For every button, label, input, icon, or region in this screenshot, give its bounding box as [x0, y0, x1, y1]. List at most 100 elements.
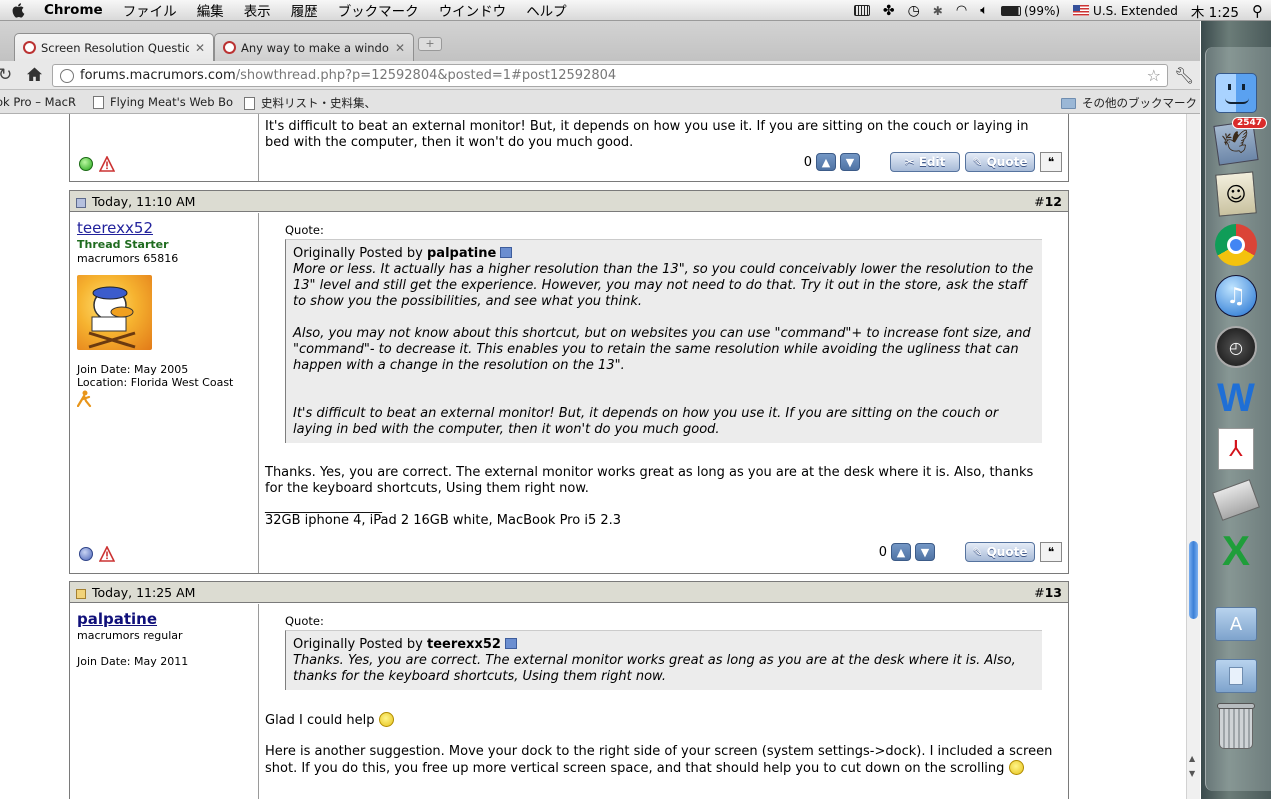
volume-icon[interactable]: 🔈︎ — [980, 3, 988, 18]
us-flag-icon — [1073, 5, 1090, 16]
menu-edit[interactable]: 編集 — [197, 0, 224, 20]
trash-icon[interactable] — [1213, 703, 1259, 751]
quote-label: Quote — [986, 155, 1028, 169]
stickies-icon[interactable] — [1212, 477, 1260, 523]
view-post-icon[interactable] — [504, 638, 517, 649]
word-icon[interactable]: W — [1213, 375, 1259, 421]
itunes-icon[interactable]: ♫ — [1213, 273, 1259, 319]
address-bar[interactable]: forums.macrumors.com /showthread.php?p=1… — [52, 64, 1168, 87]
keyboard-icon[interactable] — [853, 5, 870, 16]
page-content: It's difficult to beat an external monit… — [0, 114, 1186, 799]
post-text: Here is another suggestion. Move your do… — [265, 744, 1055, 777]
quote-label: Quote: — [285, 223, 324, 237]
pdf-icon[interactable]: ⅄ — [1213, 426, 1259, 472]
home-icon[interactable] — [26, 66, 43, 83]
apple-menu-icon[interactable] — [12, 2, 26, 18]
bookmark-star-icon[interactable]: ☆ — [1147, 66, 1161, 85]
mail-icon[interactable]: 🕊︎ 2547 — [1213, 117, 1267, 166]
dashboard-icon[interactable]: ◴ — [1213, 324, 1259, 370]
menu-file[interactable]: ファイル — [123, 0, 177, 20]
user-join-date: Join Date: May 2005 — [77, 363, 189, 376]
view-post-icon[interactable] — [500, 247, 513, 258]
user-join-date: Join Date: May 2011 — [77, 655, 189, 668]
bookmark-item[interactable]: 史料リスト・史料集、 — [244, 95, 376, 111]
tab-close-icon[interactable]: ✕ — [395, 41, 405, 55]
quote-text: More or less. It actually has a higher r… — [293, 262, 1034, 309]
reload-icon[interactable]: ↻ — [0, 65, 12, 85]
scroll-down-icon[interactable]: ▼ — [1189, 769, 1195, 778]
input-source[interactable]: U.S. Extended — [1073, 4, 1178, 18]
bluetooth-icon[interactable]: ✱ — [933, 4, 943, 18]
quote-button[interactable]: ✎ Quote — [965, 542, 1035, 562]
excel-icon[interactable]: X — [1213, 527, 1259, 574]
edit-label: Edit — [918, 155, 946, 169]
quote-button[interactable]: ✎ Quote — [965, 152, 1035, 172]
menu-bookmarks[interactable]: ブックマーク — [338, 0, 419, 20]
multi-quote-icon[interactable]: ❝ — [1040, 152, 1062, 172]
vote-down-icon[interactable]: ▼ — [915, 543, 935, 561]
page-info-icon[interactable] — [60, 68, 74, 83]
vote-down-icon[interactable]: ▼ — [840, 153, 860, 171]
menu-app-chrome[interactable]: Chrome — [44, 2, 103, 18]
preview-icon[interactable]: ☺ — [1213, 171, 1259, 217]
quote-by-prefix: Originally Posted by — [293, 246, 423, 261]
post-date: Today, 11:10 AM — [92, 193, 196, 209]
post-new-icon — [76, 588, 86, 599]
spotlight-icon[interactable]: ⚲ — [1252, 2, 1263, 20]
wrench-icon[interactable]: 🔧︎ — [1174, 66, 1194, 85]
username-link[interactable]: teerexx52 — [77, 219, 251, 237]
documents-folder-icon[interactable] — [1213, 653, 1259, 699]
new-tab-button[interactable]: + — [418, 37, 442, 51]
post-header: Today, 11:25 AM #13 — [70, 582, 1068, 603]
bookmark-label: ok Pro – MacR — [0, 95, 76, 109]
menu-window[interactable]: ウインドウ — [439, 0, 507, 20]
page-icon — [244, 96, 255, 110]
vote-up-icon[interactable]: ▲ — [891, 543, 911, 561]
quote-author: palpatine — [426, 246, 497, 261]
dock: 🕊︎ 2547 ☺ ♫ ◴ W ⅄ X A — [1201, 21, 1271, 799]
page-scrollbar[interactable]: ▲ ▼ — [1186, 114, 1200, 799]
username-link[interactable]: palpatine — [77, 610, 251, 628]
battery-icon — [1001, 5, 1021, 16]
post-number[interactable]: #12 — [1034, 194, 1062, 209]
quote-text: Also, you may not know about this shortc… — [293, 326, 1031, 373]
report-post-icon[interactable] — [99, 156, 115, 172]
edit-button[interactable]: ✂ Edit — [890, 152, 960, 172]
signature: 32GB iphone 4, iPad 2 16GB white, MacBoo… — [265, 513, 622, 528]
smiley-icon — [378, 712, 394, 727]
multi-quote-icon[interactable]: ❝ — [1040, 542, 1062, 562]
menu-help[interactable]: ヘルプ — [526, 0, 567, 20]
scroll-up-icon[interactable]: ▲ — [1189, 754, 1195, 763]
finder-icon[interactable] — [1213, 70, 1259, 116]
quote-by-prefix: Originally Posted by — [293, 637, 423, 652]
bookmark-item[interactable]: Flying Meat's Web Bo — [93, 95, 233, 109]
tab-screen-resolution[interactable]: Screen Resolution Question - ✕ — [14, 33, 214, 61]
report-post-icon[interactable] — [99, 546, 115, 562]
post-number-value: 13 — [1044, 585, 1062, 600]
browser-toolbar: ↻ forums.macrumors.com /showthread.php?p… — [0, 61, 1200, 90]
folder-icon — [1061, 97, 1076, 109]
chrome-icon[interactable] — [1213, 222, 1259, 268]
scrollbar-thumb[interactable] — [1189, 541, 1198, 619]
menu-clock[interactable]: 木 1:25 — [1191, 1, 1239, 21]
other-bookmarks[interactable]: その他のブックマーク — [1061, 95, 1197, 111]
menu-extras: ✤ ◷ ✱ ◠ 🔈︎ (99%) U.S. Extended 木 1:25 ⚲ — [853, 0, 1263, 21]
post-12: Today, 11:10 AM #12 teerexx52 Thread Sta… — [69, 190, 1069, 574]
applications-folder-icon[interactable]: A — [1213, 601, 1259, 647]
tab-any-way-window[interactable]: Any way to make a window f ✕ — [214, 33, 414, 61]
wifi-icon[interactable]: ◠ — [956, 3, 967, 18]
aim-icon[interactable] — [76, 390, 92, 408]
post-13: Today, 11:25 AM #13 palpatine macrumors … — [69, 581, 1069, 799]
evernote-icon[interactable]: ✤ — [883, 3, 895, 19]
vote-up-icon[interactable]: ▲ — [816, 153, 836, 171]
avatar[interactable] — [77, 275, 152, 350]
reputation-count: 0 — [803, 154, 812, 170]
tab-close-icon[interactable]: ✕ — [195, 41, 205, 55]
quote-attribution: Originally Posted by palpatine — [293, 246, 1035, 262]
bookmark-item[interactable]: ok Pro – MacR — [0, 95, 76, 109]
time-machine-icon[interactable]: ◷ — [908, 3, 920, 19]
post-number[interactable]: #13 — [1034, 585, 1062, 600]
battery-status[interactable]: (99%) — [1001, 4, 1060, 18]
menu-history[interactable]: 履歴 — [291, 0, 318, 20]
menu-view[interactable]: 表示 — [244, 0, 271, 20]
